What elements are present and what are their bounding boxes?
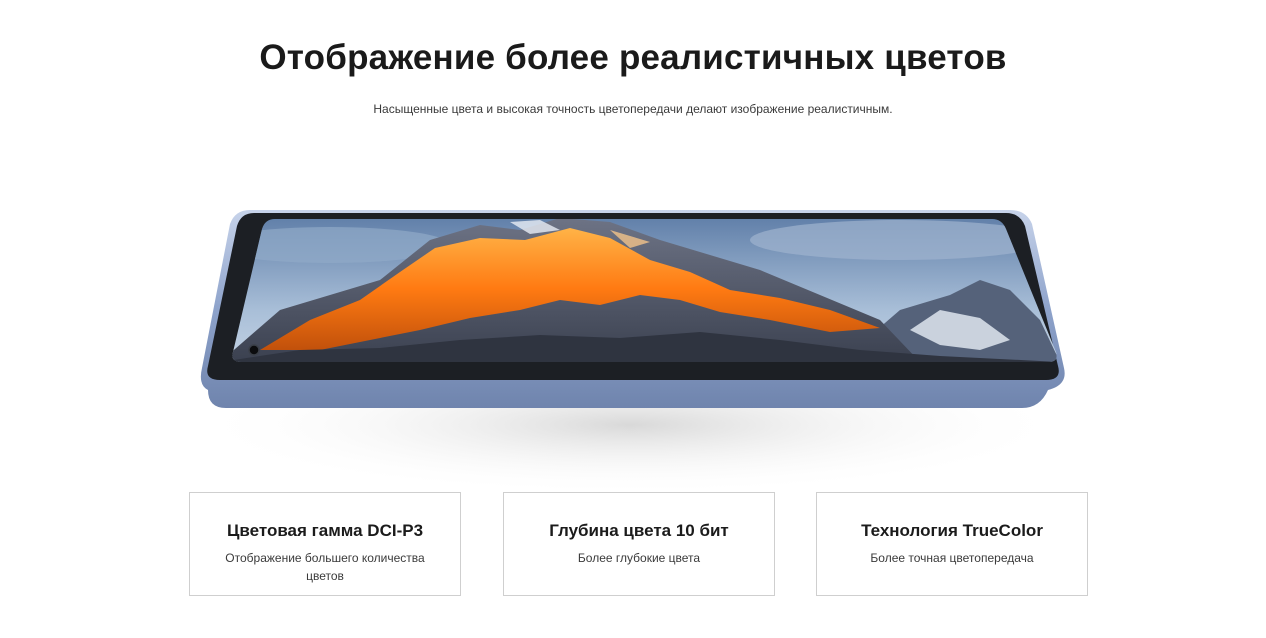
feature-description: Отображение большего количества цветов <box>225 551 425 583</box>
screen-wallpaper <box>232 219 1057 362</box>
feature-title: Технология TrueColor <box>861 521 1043 540</box>
features-row: Цветовая гамма DCI-P3 Отображение больше… <box>189 492 1089 598</box>
front-camera-icon <box>248 344 260 356</box>
feature-title: Глубина цвета 10 бит <box>549 521 729 540</box>
feature-card-10bit: Глубина цвета 10 бит Более глубокие цвет… <box>503 492 775 596</box>
feature-description: Более глубокие цвета <box>577 551 701 565</box>
feature-title: Цветовая гамма DCI-P3 <box>226 521 424 540</box>
feature-description: Более точная цветопередача <box>870 551 1034 565</box>
page-title: Отображение более реалистичных цветов <box>259 38 1007 77</box>
feature-card-truecolor: Технология TrueColor Более точная цветоп… <box>816 492 1088 596</box>
feature-card-dci-p3: Цветовая гамма DCI-P3 Отображение больше… <box>189 492 461 596</box>
phone-illustration <box>180 200 1080 500</box>
page-subtitle: Насыщенные цвета и высокая точность цвет… <box>373 102 893 116</box>
